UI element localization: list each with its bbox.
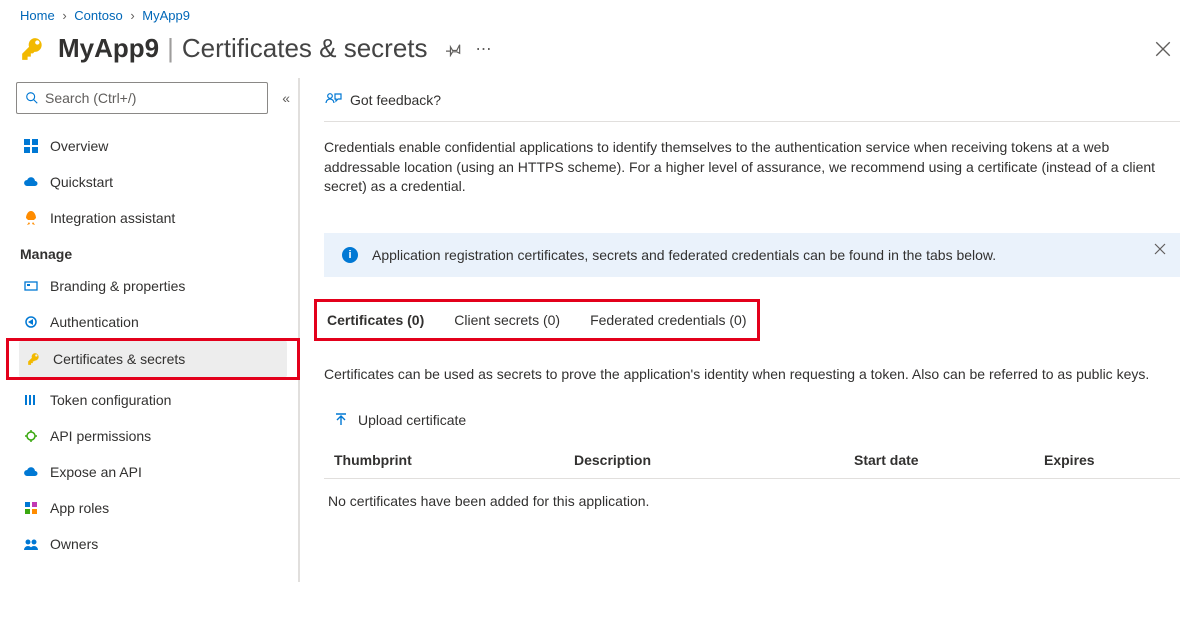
breadcrumb-level1[interactable]: Contoso [74,8,122,23]
chevron-right-icon: › [130,8,134,23]
table-header: Thumbprint Description Start date Expire… [324,444,1180,479]
feedback-link[interactable]: Got feedback? [350,92,441,108]
key-icon [20,36,46,62]
sidebar-section-manage: Manage [20,246,290,262]
col-thumbprint: Thumbprint [334,452,574,468]
tab-description: Certificates can be used as secrets to p… [324,365,1180,385]
page-title-app: MyApp9 [58,33,159,64]
sidebar-item-expose-api[interactable]: Expose an API [16,454,290,490]
key-icon [25,352,43,366]
page-header: MyApp9 | Certificates & secrets ⋯ [0,27,1200,78]
breadcrumb-level2[interactable]: MyApp9 [142,8,190,23]
collapse-icon[interactable]: « [282,90,290,106]
tab-client-secrets[interactable]: Client secrets (0) [454,308,560,332]
description-text: Credentials enable confidential applicat… [324,138,1180,197]
chevron-right-icon: › [62,8,66,23]
sidebar-label: Authentication [50,314,139,330]
sidebar-label: Branding & properties [50,278,185,294]
bars-icon [22,393,40,407]
sidebar-item-branding[interactable]: Branding & properties [16,268,290,304]
auth-icon [22,315,40,329]
feedback-icon [324,91,342,109]
close-icon[interactable] [1154,40,1172,58]
page-title-section: Certificates & secrets [182,33,428,64]
cloud-icon [22,176,40,188]
people-icon [22,538,40,550]
upload-icon [334,413,348,427]
sidebar-item-quickstart[interactable]: Quickstart [16,164,290,200]
sidebar-label: Token configuration [50,392,171,408]
sidebar-label: Integration assistant [50,210,175,226]
api-icon [22,429,40,443]
sidebar-item-api-permissions[interactable]: API permissions [16,418,290,454]
roles-icon [22,501,40,515]
sidebar-label: Quickstart [50,174,113,190]
sidebar-item-overview[interactable]: Overview [16,128,290,164]
tab-federated[interactable]: Federated credentials (0) [590,308,746,332]
highlight-certificates-nav: Certificates & secrets [6,338,300,380]
sidebar-item-owners[interactable]: Owners [16,526,290,562]
upload-certificate-button[interactable]: Upload certificate [324,404,1180,444]
breadcrumb: Home › Contoso › MyApp9 [0,0,1200,27]
grid-icon [22,139,40,153]
tab-certificates[interactable]: Certificates (0) [327,308,424,332]
sidebar-label: API permissions [50,428,151,444]
breadcrumb-home[interactable]: Home [20,8,55,23]
sidebar-item-certificates[interactable]: Certificates & secrets [19,341,287,377]
rocket-icon [22,211,40,225]
more-icon[interactable]: ⋯ [476,39,493,59]
empty-state-text: No certificates have been added for this… [324,479,1180,509]
search-field[interactable] [45,90,259,106]
sidebar-item-authentication[interactable]: Authentication [16,304,290,340]
sidebar-label: Owners [50,536,98,552]
close-banner-icon[interactable] [1154,243,1166,255]
highlight-tabs: Certificates (0) Client secrets (0) Fede… [314,299,760,341]
upload-label: Upload certificate [358,412,466,428]
info-text: Application registration certificates, s… [372,247,996,263]
search-input[interactable] [16,82,268,114]
title-separator: | [167,33,174,64]
sidebar-label: Overview [50,138,108,154]
col-expires: Expires [1044,452,1180,468]
search-icon [25,91,39,105]
sidebar-label: Certificates & secrets [53,351,185,367]
sidebar-label: Expose an API [50,464,142,480]
sidebar: « Overview Quickstart Integration assist… [0,78,300,582]
col-start-date: Start date [854,452,1044,468]
pin-icon[interactable] [446,41,462,57]
cloud-share-icon [22,466,40,478]
col-description: Description [574,452,854,468]
sidebar-item-app-roles[interactable]: App roles [16,490,290,526]
main-content: Got feedback? Credentials enable confide… [300,78,1200,582]
sidebar-item-integration[interactable]: Integration assistant [16,200,290,236]
sidebar-label: App roles [50,500,109,516]
tag-icon [22,279,40,293]
info-banner: i Application registration certificates,… [324,233,1180,277]
info-icon: i [342,247,358,263]
sidebar-item-token[interactable]: Token configuration [16,382,290,418]
